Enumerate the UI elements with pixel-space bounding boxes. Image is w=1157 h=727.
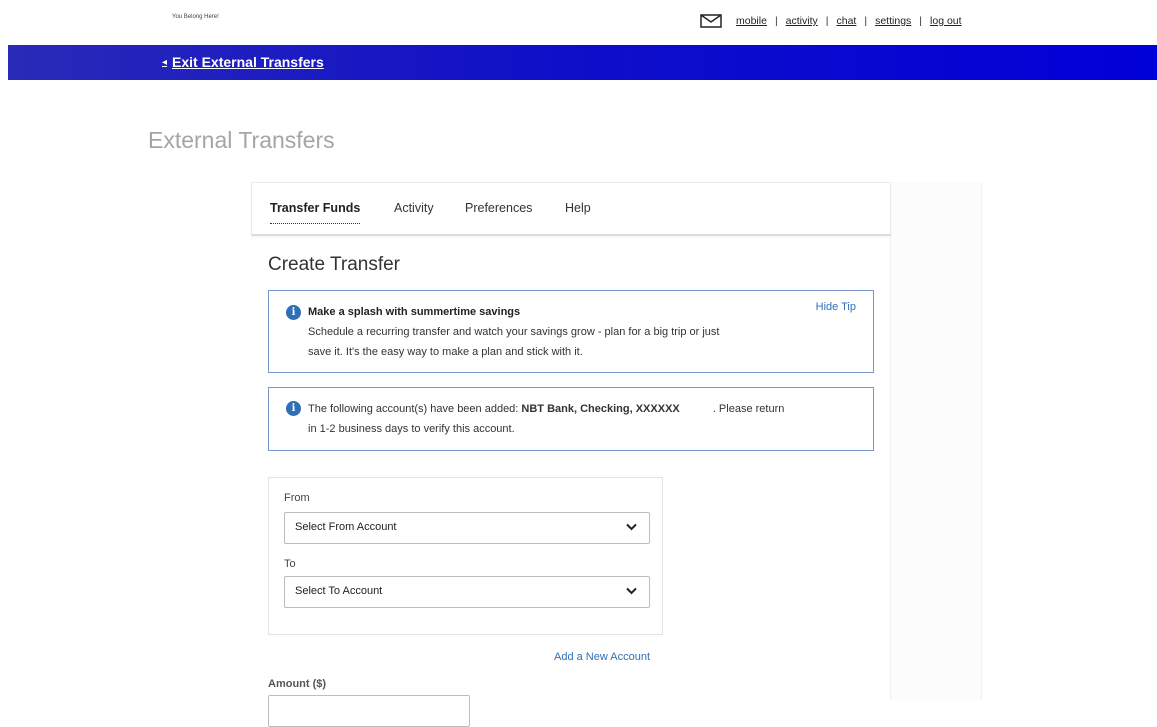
chevron-down-icon <box>626 523 637 531</box>
mail-icon[interactable] <box>700 14 722 28</box>
chevron-left-icon: ◂ <box>162 56 168 68</box>
activity-link[interactable]: activity <box>786 15 818 27</box>
notice-body: The following account(s) have been added… <box>308 399 784 439</box>
tab-transfer-funds[interactable]: Transfer Funds <box>270 201 361 224</box>
tip-line: Schedule a recurring transfer and watch … <box>308 326 720 338</box>
nav-separator: | <box>825 15 829 27</box>
info-icon: i <box>286 401 301 416</box>
side-panel <box>890 182 982 700</box>
settings-link[interactable]: settings <box>875 15 911 27</box>
nav-separator: | <box>864 15 868 27</box>
tab-bar: Transfer Funds Activity Preferences Help <box>251 182 891 236</box>
top-nav: mobile | activity | chat | settings | lo… <box>700 10 962 32</box>
chat-link[interactable]: chat <box>837 15 857 27</box>
from-select-value: Select From Account <box>295 521 397 533</box>
chevron-down-icon <box>626 587 637 595</box>
from-label: From <box>284 492 310 504</box>
notice-line: in 1-2 business days to verify this acco… <box>308 423 515 435</box>
notice-prefix: The following account(s) have been added… <box>308 403 519 415</box>
exit-external-transfers-link[interactable]: ◂ Exit External Transfers <box>162 54 324 70</box>
notice-suffix: . Please return <box>712 403 785 415</box>
to-select-value: Select To Account <box>295 585 383 597</box>
to-account-select[interactable]: Select To Account <box>284 576 650 608</box>
notice-box: i The following account(s) have been add… <box>268 387 874 451</box>
mobile-link[interactable]: mobile <box>736 15 767 27</box>
logout-link[interactable]: log out <box>930 15 962 27</box>
transfer-form-card: From Select From Account To Select To Ac… <box>268 477 663 635</box>
nav-separator: | <box>774 15 778 27</box>
logo-tagline: You Belong Here! <box>172 14 219 20</box>
notice-line: The following account(s) have been added… <box>308 399 784 419</box>
notice-account: NBT Bank, Checking, XXXXXX <box>521 403 680 415</box>
tip-body: Schedule a recurring transfer and watch … <box>308 322 719 362</box>
tip-title: Make a splash with summertime savings <box>308 306 521 318</box>
tab-preferences[interactable]: Preferences <box>465 201 532 215</box>
to-label: To <box>284 558 296 570</box>
banner-bar: ◂ Exit External Transfers <box>8 45 1157 80</box>
tab-help[interactable]: Help <box>565 201 591 215</box>
add-new-account-link[interactable]: Add a New Account <box>554 651 650 663</box>
section-title: Create Transfer <box>268 254 400 275</box>
tip-box: i Make a splash with summertime savings … <box>268 290 874 373</box>
page-title: External Transfers <box>148 127 335 153</box>
tab-activity[interactable]: Activity <box>394 201 434 215</box>
hide-tip-link[interactable]: Hide Tip <box>816 301 856 313</box>
nav-separator: | <box>919 15 923 27</box>
exit-link-label: Exit External Transfers <box>172 54 324 70</box>
from-account-select[interactable]: Select From Account <box>284 512 650 544</box>
amount-label: Amount ($) <box>268 678 327 690</box>
tip-line: save it. It's the easy way to make a pla… <box>308 346 583 358</box>
info-icon: i <box>286 305 301 320</box>
